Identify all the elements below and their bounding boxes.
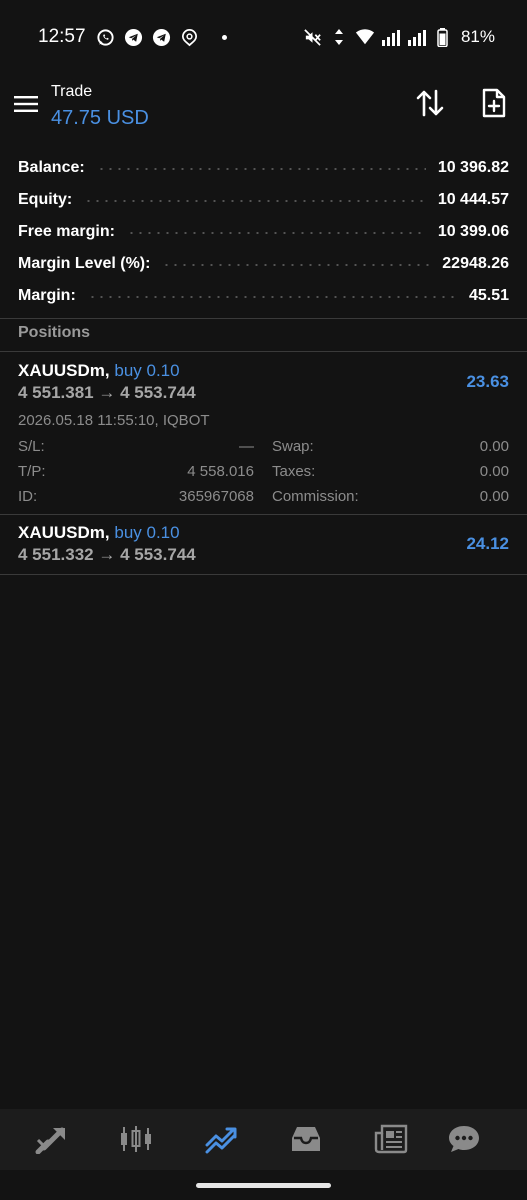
margin-level-value: 22948.26 (442, 255, 509, 272)
new-order-button[interactable] (477, 86, 511, 120)
margin-level-label: Margin Level (%): (18, 255, 151, 272)
status-left: 12:57 (38, 26, 227, 48)
dotted-leader (126, 232, 426, 234)
chat-icon (449, 1126, 479, 1152)
dotted-leader (87, 296, 457, 298)
battery-icon (433, 27, 453, 47)
signal-icon (381, 27, 401, 47)
divider (0, 318, 527, 319)
news-icon (374, 1124, 408, 1154)
equity-value: 10 444.57 (437, 191, 509, 208)
swap-value: 0.00 (479, 438, 509, 455)
tp-label: T/P: (18, 463, 46, 480)
swap-label: Swap: (272, 438, 314, 455)
balance-value: 10 396.82 (437, 159, 509, 176)
hamburger-icon (14, 96, 38, 112)
sort-button[interactable] (413, 86, 447, 120)
position-item[interactable]: XAUUSDm, buy 0.10 4 551.381 → 4 553.744 … (0, 352, 527, 514)
position-prices: 4 551.332 → 4 553.744 (18, 545, 196, 564)
free-margin-label: Free margin: (18, 223, 115, 240)
dotted-leader (84, 200, 426, 202)
position-side: buy 0.10 (114, 523, 180, 542)
nav-quotes[interactable] (33, 1121, 69, 1157)
wifi-icon (355, 27, 375, 47)
total-profit: 47.75 USD (51, 107, 149, 129)
position-side: buy 0.10 (114, 361, 180, 380)
position-symbol: XAUUSDm, (18, 523, 110, 542)
account-summary: Balance: 10 396.82 Equity: 10 444.57 Fre… (0, 152, 527, 312)
balance-row: Balance: 10 396.82 (0, 152, 527, 184)
nav-history[interactable] (288, 1121, 324, 1157)
nav-news[interactable] (373, 1121, 409, 1157)
commission-label: Commission: (272, 488, 359, 505)
whatsapp-icon (96, 27, 116, 47)
header-titles: Trade 47.75 USD (51, 82, 149, 131)
commission-value: 0.00 (479, 488, 509, 505)
nav-chart[interactable] (118, 1121, 154, 1157)
position-prices: 4 551.381 → 4 553.744 (18, 383, 196, 402)
history-icon (292, 1127, 320, 1151)
taxes-value: 0.00 (479, 463, 509, 480)
free-margin-value: 10 399.06 (437, 223, 509, 240)
position-profit: 23.63 (466, 372, 509, 391)
dotted-leader (96, 168, 426, 170)
nav-trade[interactable] (203, 1121, 239, 1157)
free-margin-row: Free margin: 10 399.06 (0, 216, 527, 248)
sort-arrows-icon (416, 89, 444, 117)
position-symbol-line: XAUUSDm, buy 0.10 (18, 361, 180, 381)
bottom-navigation (0, 1109, 527, 1170)
location-pin-icon (180, 27, 200, 47)
telegram-icon (124, 27, 144, 47)
margin-level-row: Margin Level (%): 22948.26 (0, 248, 527, 280)
position-symbol: XAUUSDm, (18, 361, 110, 380)
new-document-icon (482, 88, 506, 118)
sl-value: — (239, 438, 254, 455)
status-right: 81% (303, 27, 495, 47)
home-indicator[interactable] (196, 1183, 331, 1188)
notification-dot-icon (221, 34, 227, 40)
page-title: Trade (51, 83, 93, 100)
id-value: 365967068 (178, 488, 254, 505)
margin-value: 45.51 (468, 287, 509, 304)
status-time: 12:57 (38, 26, 86, 47)
mute-icon (303, 27, 323, 47)
taxes-label: Taxes: (272, 463, 316, 480)
status-bar: 12:57 81% (0, 0, 527, 74)
margin-row: Margin: 45.51 (0, 280, 527, 312)
data-arrows-icon (329, 27, 349, 47)
position-open-time: 2026.05.18 11:55:10, IQBOT (18, 412, 210, 429)
trade-icon (205, 1127, 237, 1154)
id-label: ID: (18, 488, 38, 505)
app-header: Trade 47.75 USD (0, 74, 527, 142)
dotted-leader (162, 264, 431, 266)
signal-icon (407, 27, 427, 47)
battery-percent: 81% (460, 27, 495, 46)
position-symbol-line: XAUUSDm, buy 0.10 (18, 523, 180, 543)
telegram-icon (152, 27, 172, 47)
balance-label: Balance: (18, 159, 85, 176)
nav-chat[interactable] (446, 1121, 482, 1157)
divider (0, 574, 527, 575)
quotes-icon (35, 1127, 65, 1154)
position-item[interactable]: XAUUSDm, buy 0.10 4 551.332 → 4 553.744 … (0, 515, 527, 574)
sl-label: S/L: (18, 438, 45, 455)
menu-button[interactable] (12, 90, 40, 118)
equity-label: Equity: (18, 191, 73, 208)
tp-value: 4 558.016 (187, 463, 254, 480)
margin-label: Margin: (18, 287, 76, 304)
positions-section-label: Positions (18, 324, 91, 341)
chart-icon (121, 1126, 151, 1152)
equity-row: Equity: 10 444.57 (0, 184, 527, 216)
position-profit: 24.12 (466, 534, 509, 553)
